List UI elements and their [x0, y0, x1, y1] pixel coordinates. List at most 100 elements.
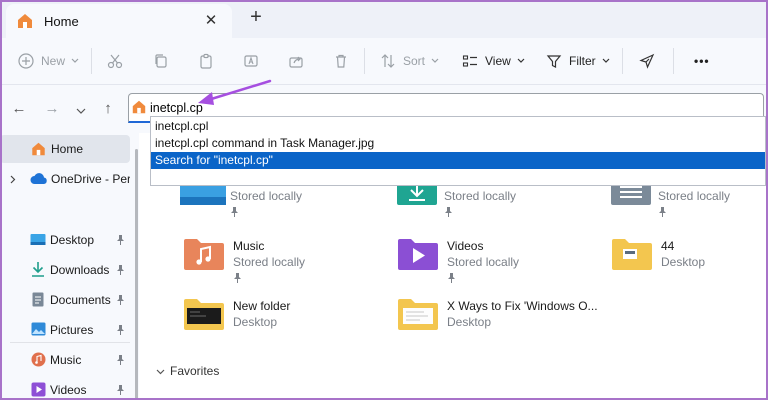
suggestion-item-selected[interactable]: Search for "inetcpl.cp": [151, 152, 765, 169]
view-list-icon: [462, 53, 478, 69]
chevron-down-icon: [431, 58, 439, 64]
sidebar-item-music[interactable]: Music: [0, 346, 130, 374]
item-location: Desktop: [447, 315, 492, 329]
tab-home[interactable]: Home ✕: [6, 4, 232, 38]
pin-icon: [116, 234, 125, 248]
home-icon: [16, 12, 34, 33]
clipboard-icon: [198, 53, 214, 69]
plus-circle-icon: [18, 53, 34, 69]
up-arrow-icon[interactable]: ↑: [99, 100, 117, 117]
sidebar-item-label: Desktop: [50, 233, 95, 247]
pin-icon: [116, 324, 125, 338]
paper-plane-icon: [639, 53, 655, 69]
favorites-section-header[interactable]: Favorites: [156, 364, 219, 378]
music-icon: [31, 352, 46, 370]
more-options-button[interactable]: •••: [694, 50, 710, 72]
sidebar-item-label: OneDrive - Perso: [51, 172, 130, 186]
toolbar-divider: [622, 48, 623, 74]
copy-button[interactable]: [153, 50, 169, 72]
sidebar-item-documents[interactable]: Documents: [0, 286, 130, 314]
sidebar-item-label: Videos: [50, 383, 87, 397]
sidebar-item-downloads[interactable]: Downloads: [0, 256, 130, 284]
cut-button[interactable]: [107, 50, 123, 72]
item-location: Desktop: [661, 255, 706, 269]
quick-access-item[interactable]: Stored locally: [180, 179, 390, 241]
address-suggestions: inetcpl.cpl inetcpl.cpl command in Task …: [150, 116, 766, 186]
filter-button[interactable]: Filter: [546, 50, 610, 72]
sidebar-item-label: Music: [50, 353, 82, 367]
quick-access-item[interactable]: Stored locally: [394, 179, 604, 241]
sidebar-item-onedrive[interactable]: OneDrive - Perso: [0, 165, 130, 193]
pin-icon: [116, 354, 125, 368]
sidebar-item-label: Documents: [50, 293, 111, 307]
item-location: Stored locally: [230, 189, 303, 203]
filter-label: Filter: [569, 54, 596, 68]
sort-button[interactable]: Sort: [380, 50, 439, 72]
close-tab-button[interactable]: ✕: [202, 11, 220, 29]
delete-button[interactable]: [333, 50, 349, 72]
pin-icon: [116, 384, 125, 398]
sidebar-item-label: Downloads: [50, 263, 110, 277]
item-location: Stored locally: [233, 255, 306, 269]
item-name: Videos: [447, 239, 484, 253]
cloud-icon: [30, 172, 48, 188]
forward-arrow-icon[interactable]: →: [43, 100, 61, 117]
sidebar-item-desktop[interactable]: Desktop: [0, 226, 130, 254]
pin-icon: [233, 272, 242, 286]
pin-icon: [447, 272, 456, 286]
pin-icon: [230, 206, 239, 220]
quick-access-item[interactable]: 44 Desktop: [611, 237, 768, 293]
sidebar-item-pictures[interactable]: Pictures: [0, 316, 130, 344]
back-arrow-icon[interactable]: ←: [10, 100, 28, 117]
pin-icon: [116, 294, 125, 308]
command-bar: New Sort View Filter •••: [0, 38, 768, 85]
trash-icon: [333, 53, 349, 69]
copy-icon: [153, 53, 169, 69]
desktop-icon: [30, 233, 46, 250]
view-label: View: [485, 54, 511, 68]
suggestion-item[interactable]: inetcpl.cpl: [151, 118, 765, 135]
toolbar-divider: [364, 48, 365, 74]
item-name: Music: [233, 239, 265, 253]
music-folder-icon: [183, 237, 225, 274]
chevron-down-icon: [602, 58, 610, 64]
item-location: Stored locally: [444, 189, 517, 203]
navigation-pane: Home OneDrive - Perso Desktop Downloads …: [0, 133, 139, 400]
quick-access-item[interactable]: Stored locally: [608, 179, 768, 241]
recent-locations-chevron-icon[interactable]: [72, 102, 90, 119]
item-location: Desktop: [233, 315, 278, 329]
new-label: New: [41, 54, 66, 68]
pin-icon: [444, 206, 453, 220]
paste-button[interactable]: [198, 50, 214, 72]
home-icon: [131, 99, 147, 118]
view-button[interactable]: View: [462, 50, 525, 72]
chevron-down-icon: [71, 58, 79, 64]
folder-icon: [183, 297, 225, 334]
quick-access-item[interactable]: X Ways to Fix 'Windows O... Desktop: [397, 297, 607, 353]
pin-icon: [116, 264, 125, 278]
quick-access-item[interactable]: Videos Stored locally: [397, 237, 607, 293]
rename-button[interactable]: [243, 50, 259, 72]
send-button[interactable]: [639, 50, 655, 72]
chevron-down-icon: [517, 58, 525, 64]
item-name: New folder: [233, 299, 291, 313]
new-tab-button[interactable]: +: [246, 7, 266, 27]
quick-access-item[interactable]: Music Stored locally: [183, 237, 393, 293]
sidebar-item-label: Home: [51, 142, 84, 156]
sort-label: Sort: [403, 54, 426, 68]
scissors-icon: [107, 53, 123, 69]
toolbar-divider: [673, 48, 674, 74]
tab-strip: Home ✕ +: [0, 0, 768, 38]
quick-access-item[interactable]: New folder Desktop: [183, 297, 393, 353]
suggestion-item[interactable]: inetcpl.cpl command in Task Manager.jpg: [151, 135, 765, 152]
sidebar-scrollbar[interactable]: [135, 149, 138, 399]
share-button[interactable]: [288, 50, 304, 72]
annotation-arrow-icon: [198, 79, 272, 105]
new-button[interactable]: New: [18, 50, 79, 72]
sidebar-item-home[interactable]: Home: [0, 135, 130, 163]
pin-icon: [658, 206, 667, 220]
home-icon: [30, 141, 47, 160]
toolbar-divider: [91, 48, 92, 74]
favorites-label: Favorites: [170, 364, 220, 378]
share-icon: [288, 53, 304, 69]
